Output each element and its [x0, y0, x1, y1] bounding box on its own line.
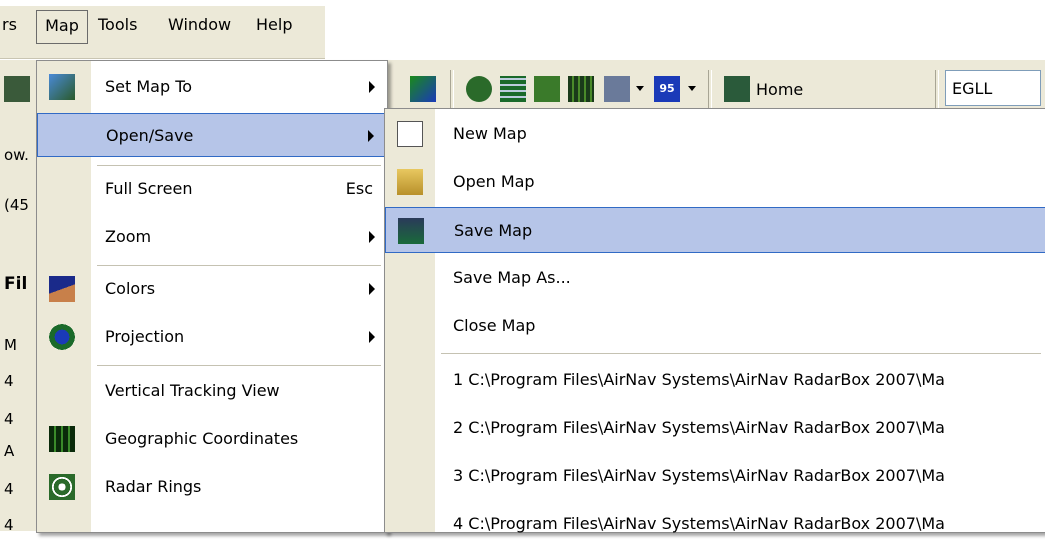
toolbar-icon-partial[interactable]	[4, 76, 30, 102]
menu-item-vertical-tracking-view[interactable]: Vertical Tracking View	[37, 369, 387, 413]
grid-toolbar-icon[interactable]	[568, 76, 594, 102]
partial-text: ow.	[4, 146, 29, 164]
menu-item-full-screen[interactable]: Full Screen Esc	[37, 167, 387, 211]
submenu-arrow-icon	[369, 81, 375, 93]
submenu-item-save-map-as[interactable]: Save Map As...	[385, 255, 1045, 301]
submenu-item-label: 1 C:\Program Files\AirNav Systems\AirNav…	[453, 370, 945, 389]
menu-tools[interactable]: Tools	[98, 10, 137, 40]
submenu-item-label: 3 C:\Program Files\AirNav Systems\AirNav…	[453, 466, 945, 485]
submenu-item-new-map[interactable]: New Map	[385, 111, 1045, 157]
menu-item-label: Set Map To	[105, 77, 193, 96]
dropdown-arrow-icon[interactable]	[636, 86, 644, 91]
menu-bar: rs Map Tools Window Help	[0, 0, 1045, 60]
route-shield-icon[interactable]: 95	[654, 76, 680, 102]
open-save-submenu: New Map Open Map Save Map Save Map As...…	[384, 108, 1045, 533]
menu-item-set-map-to[interactable]: Set Map To	[37, 65, 387, 109]
menu-item-label: Colors	[105, 279, 156, 298]
partial-cell: 4	[4, 516, 14, 534]
menu-item-label: Radar Rings	[105, 477, 202, 496]
radar-rings-icon[interactable]	[466, 76, 492, 102]
submenu-item-recent-3[interactable]: 3 C:\Program Files\AirNav Systems\AirNav…	[385, 453, 1045, 499]
partial-cell: 4	[4, 480, 14, 498]
home-button[interactable]: Home	[756, 76, 803, 104]
partial-cell: A	[4, 442, 15, 460]
submenu-item-recent-1[interactable]: 1 C:\Program Files\AirNav Systems\AirNav…	[385, 357, 1045, 403]
submenu-item-label: Open Map	[453, 172, 535, 191]
left-panel-partial: ow. (45 Fil M 4 4 A 4 4	[0, 120, 40, 534]
menu-item-label: Projection	[105, 327, 185, 346]
partial-heading: Fil	[4, 274, 28, 294]
menu-item-projection[interactable]: Projection	[37, 315, 387, 359]
radar-icon	[49, 474, 75, 500]
submenu-item-label: Close Map	[453, 316, 536, 335]
menu-item-label: Geographic Coordinates	[105, 429, 299, 448]
partial-cell: 4	[4, 410, 14, 428]
partial-column-header: M	[4, 336, 17, 354]
submenu-item-label: 4 C:\Program Files\AirNav Systems\AirNav…	[453, 514, 945, 533]
submenu-item-save-map[interactable]: Save Map	[385, 207, 1045, 253]
airspace-icon[interactable]	[534, 76, 560, 102]
shortcut-label: Esc	[345, 179, 373, 198]
menu-item-open-save[interactable]: Open/Save	[37, 113, 387, 157]
submenu-item-close-map[interactable]: Close Map	[385, 303, 1045, 349]
menu-item-radar-rings[interactable]: Radar Rings	[37, 465, 387, 509]
menu-separator	[97, 165, 381, 166]
menu-map[interactable]: Map	[36, 10, 88, 44]
submenu-arrow-icon	[368, 130, 374, 142]
globe-icon	[49, 324, 75, 350]
submenu-arrow-icon	[369, 231, 375, 243]
menu-separator	[97, 265, 381, 266]
submenu-item-label: New Map	[453, 124, 527, 143]
menu-item-zoom[interactable]: Zoom	[37, 215, 387, 259]
airport-input[interactable]: EGLL	[945, 70, 1041, 106]
submenu-item-recent-4[interactable]: 4 C:\Program Files\AirNav Systems\AirNav…	[385, 501, 1045, 547]
submenu-item-label: Save Map	[454, 221, 533, 240]
toolbar-separator	[450, 70, 454, 110]
airways-icon[interactable]	[604, 76, 630, 102]
partial-text: (45	[4, 196, 29, 214]
toolbar-separator	[708, 70, 712, 110]
submenu-arrow-icon	[369, 331, 375, 343]
menu-item-label: Full Screen	[105, 179, 193, 198]
open-folder-icon	[397, 169, 423, 195]
menu-item-label: Open/Save	[106, 126, 194, 145]
new-map-icon	[397, 121, 423, 147]
colors-icon	[49, 276, 75, 302]
menu-window[interactable]: Window	[168, 10, 231, 40]
menu-item-label: Vertical Tracking View	[105, 381, 280, 400]
menu-help[interactable]: Help	[256, 10, 292, 40]
menu-item-geographic-coordinates[interactable]: Geographic Coordinates	[37, 417, 387, 461]
map-menu: Set Map To Open/Save Full Screen Esc Zoo…	[36, 60, 388, 533]
map-edit-icon	[49, 74, 75, 100]
submenu-separator	[441, 353, 1041, 354]
submenu-item-open-map[interactable]: Open Map	[385, 159, 1045, 205]
menu-item-label: Zoom	[105, 227, 152, 246]
save-disk-icon	[398, 218, 424, 244]
toolbar-separator	[935, 70, 939, 110]
submenu-item-label: 2 C:\Program Files\AirNav Systems\AirNav…	[453, 418, 945, 437]
submenu-item-label: Save Map As...	[453, 268, 571, 287]
submenu-arrow-icon	[369, 283, 375, 295]
menu-truncated[interactable]: rs	[2, 10, 17, 40]
home-icon[interactable]	[724, 76, 750, 102]
menu-item-colors[interactable]: Colors	[37, 267, 387, 311]
submenu-item-recent-2[interactable]: 2 C:\Program Files\AirNav Systems\AirNav…	[385, 405, 1045, 451]
grid-icon	[49, 426, 75, 452]
list-icon[interactable]	[500, 76, 526, 102]
menu-separator	[97, 365, 381, 366]
satellite-icon[interactable]	[410, 76, 436, 102]
partial-cell: 4	[4, 372, 14, 390]
dropdown-arrow-icon[interactable]	[688, 86, 696, 91]
